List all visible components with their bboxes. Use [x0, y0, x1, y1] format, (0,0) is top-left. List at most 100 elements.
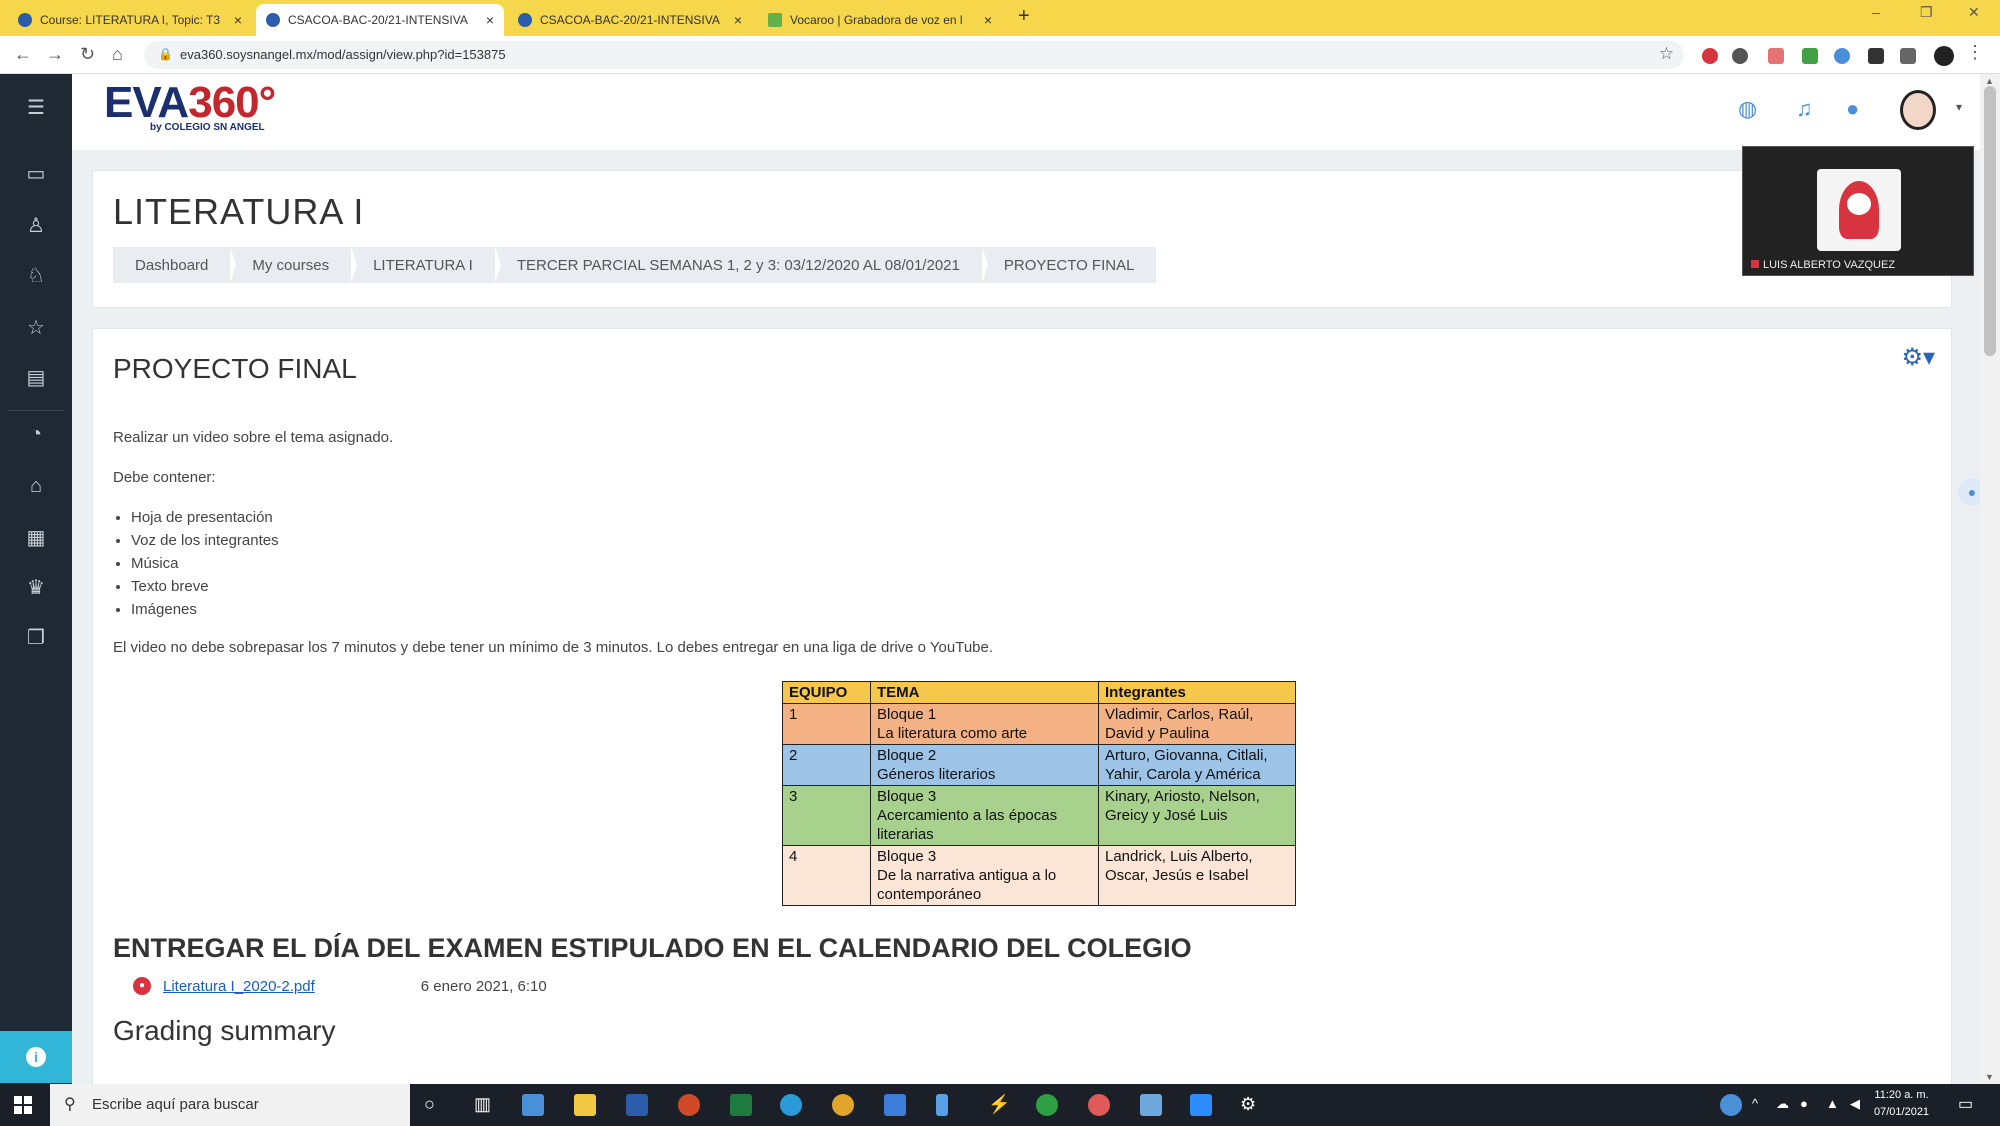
breadcrumb-item[interactable]: My courses [230, 247, 357, 283]
left-sidebar: ☰ ▭ ♙ ♘ ☆ ▤ ◔ ⌂ ▦ ♛ ❐ i [0, 74, 72, 1084]
breadcrumb-item[interactable]: PROYECTO FINAL [982, 247, 1157, 283]
home-icon[interactable]: ⌂ [112, 44, 123, 65]
scroll-down-icon[interactable]: ▼ [1985, 1072, 1994, 1082]
app-icon[interactable] [1140, 1094, 1162, 1116]
adblock-extension-icon[interactable] [1702, 48, 1718, 64]
files-icon[interactable]: ❐ [24, 626, 48, 650]
close-tab-icon[interactable]: × [984, 12, 992, 28]
store-icon[interactable] [884, 1094, 906, 1116]
address-bar[interactable]: 🔒 eva360.soysnangel.mx/mod/assign/view.p… [144, 41, 1684, 69]
user-avatar[interactable] [1900, 90, 1936, 130]
close-tab-icon[interactable]: × [734, 12, 742, 28]
back-icon[interactable]: ← [14, 44, 32, 65]
breadcrumb-item[interactable]: Dashboard [113, 247, 237, 283]
chrome-menu-icon[interactable]: ⋮ [1966, 42, 1984, 63]
tray-app-icon[interactable] [1720, 1094, 1742, 1116]
onedrive-icon[interactable]: ☁ [1776, 1096, 1789, 1112]
close-window-button[interactable]: ✕ [1968, 4, 1980, 21]
graduation-icon[interactable]: ♛ [24, 576, 48, 600]
cortana-icon[interactable]: ○ [424, 1094, 435, 1115]
browser-tab-active[interactable]: CSACOA-BAC-20/21-INTENSIVA × [256, 4, 504, 36]
page-scrollbar[interactable]: ▲ ▼ [1980, 74, 2000, 1084]
tab-title: Course: LITERATURA I, Topic: T3 [40, 13, 221, 27]
scrollbar-thumb[interactable] [1984, 86, 1996, 356]
clock-time: 11:20 a. m. [1874, 1089, 1929, 1101]
menu-icon[interactable]: ☰ [24, 96, 48, 120]
grading-summary-heading: Grading summary [113, 1015, 336, 1046]
taskbar-clock[interactable]: 11:20 a. m. 07/01/2021 [1874, 1087, 1929, 1121]
breadcrumb-item[interactable]: LITERATURA I [351, 247, 501, 283]
taskbar-search[interactable]: ⚲ Escribe aquí para buscar [50, 1084, 410, 1126]
app-icon[interactable]: ⚡ [988, 1094, 1010, 1115]
tab-title: CSACOA-BAC-20/21-INTENSIVA [540, 13, 720, 27]
attachment-link[interactable]: Literatura I_2020-2.pdf [163, 978, 315, 995]
browser-tab[interactable]: Vocaroo | Grabadora de voz en l × [758, 4, 1002, 36]
app-icon[interactable] [1088, 1094, 1110, 1116]
media-control-icon[interactable] [1900, 48, 1916, 64]
sidebar-divider [8, 410, 64, 411]
gauge-icon[interactable]: ◔ [24, 422, 48, 446]
cell-integrantes: Arturo, Giovanna, Citlali, Yahir, Carola… [1098, 744, 1296, 786]
settings-icon[interactable]: ⚙ [1240, 1094, 1256, 1115]
word-icon[interactable] [626, 1094, 648, 1116]
chevron-down-icon[interactable]: ▾ [1956, 100, 1962, 114]
bell-icon[interactable]: ♫ [1796, 96, 1813, 122]
eva360-logo[interactable]: EVA360° by COLEGIO SN ANGEL [104, 78, 276, 133]
zoom-icon[interactable] [1190, 1094, 1212, 1116]
maximize-button[interactable]: ❐ [1920, 4, 1933, 21]
minimize-button[interactable]: – [1872, 4, 1880, 20]
close-tab-icon[interactable]: × [234, 12, 242, 28]
extension-icon[interactable] [1768, 48, 1784, 64]
chrome-icon[interactable] [832, 1094, 854, 1116]
star-icon[interactable]: ☆ [24, 316, 48, 340]
reload-icon[interactable]: ↻ [80, 44, 95, 65]
badge-icon[interactable]: ♘ [24, 264, 48, 288]
profile-avatar-icon[interactable] [1934, 46, 1954, 66]
microphone-tray-icon[interactable]: ● [1800, 1096, 1808, 1111]
info-button[interactable]: i [0, 1031, 72, 1083]
volume-icon[interactable]: ◀ [1850, 1096, 1860, 1112]
windows-start-icon[interactable] [14, 1096, 32, 1114]
close-tab-icon[interactable]: × [486, 12, 494, 28]
network-icon[interactable]: ▲ [1826, 1096, 1839, 1111]
gear-icon[interactable]: ⚙▾ [1901, 343, 1935, 372]
home-icon[interactable]: ⌂ [24, 474, 48, 498]
bookmark-star-icon[interactable]: ☆ [1659, 44, 1674, 64]
new-tab-button[interactable]: + [1018, 5, 1030, 28]
scroll-up-icon[interactable]: ▲ [1985, 76, 1994, 86]
edge-icon[interactable] [780, 1094, 802, 1116]
notifications-icon[interactable]: ▭ [1958, 1094, 1973, 1114]
file-explorer-icon[interactable] [574, 1094, 596, 1116]
url-text[interactable]: eva360.soysnangel.mx/mod/assign/view.php… [180, 47, 506, 62]
puzzle-extension-icon[interactable] [1868, 48, 1884, 64]
video-call-tile[interactable]: LUIS ALBERTO VAZQUEZ [1742, 146, 1974, 276]
page-content: EVA360° by COLEGIO SN ANGEL ◍ ♫ ● ▾ LITE… [72, 74, 1980, 1088]
browser-toolbar: ← → ↻ ⌂ 🔒 eva360.soysnangel.mx/mod/assig… [0, 36, 2000, 74]
app-icon[interactable] [522, 1094, 544, 1116]
folder-icon[interactable]: ▭ [24, 162, 48, 186]
excel-icon[interactable] [730, 1094, 752, 1116]
extension-icon[interactable] [1802, 48, 1818, 64]
powerpoint-icon[interactable] [678, 1094, 700, 1116]
whatsapp-icon[interactable] [1036, 1094, 1058, 1116]
logo-accent: 360° [188, 78, 276, 127]
chevron-up-icon[interactable]: ^ [1752, 1096, 1758, 1111]
logo-subtitle: by COLEGIO SN ANGEL [150, 122, 265, 133]
browser-tab-strip: Course: LITERATURA I, Topic: T3 × CSACOA… [0, 0, 2000, 36]
extension-icon[interactable] [1732, 48, 1748, 64]
browser-tab[interactable]: CSACOA-BAC-20/21-INTENSIVA × [508, 4, 752, 36]
forward-icon[interactable]: → [46, 44, 64, 65]
table-row: 4 Bloque 3 De la narrativa antigua a lo … [782, 845, 1296, 906]
extension-icon[interactable] [1834, 48, 1850, 64]
globe-icon[interactable]: ◍ [1738, 96, 1757, 122]
calendar-icon[interactable]: ▦ [24, 526, 48, 550]
browser-tab[interactable]: Course: LITERATURA I, Topic: T3 × [8, 4, 252, 36]
participant-avatar [1817, 169, 1901, 251]
chat-icon[interactable]: ● [1846, 96, 1859, 122]
task-view-icon[interactable]: ▥ [474, 1094, 491, 1115]
breadcrumb-item[interactable]: TERCER PARCIAL SEMANAS 1, 2 y 3: 03/12/2… [495, 247, 988, 283]
app-icon[interactable] [936, 1094, 948, 1116]
attachment-date: 6 enero 2021, 6:10 [420, 977, 547, 995]
user-icon[interactable]: ♙ [24, 214, 48, 238]
book-icon[interactable]: ▤ [24, 366, 48, 390]
